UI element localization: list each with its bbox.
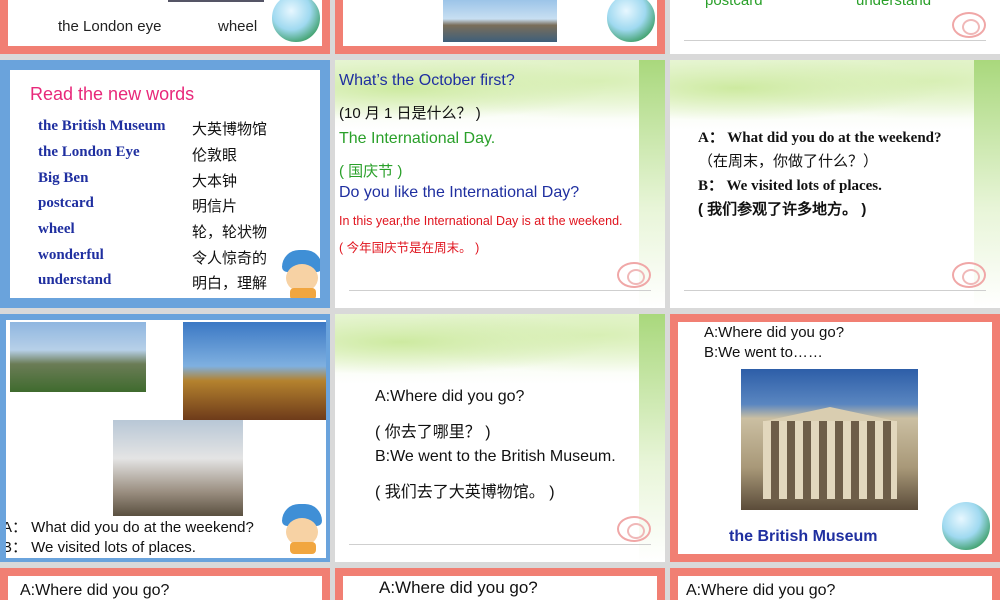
cartoon-boy-icon <box>276 246 320 298</box>
slide-october-first[interactable]: What’s the October first? (10 月 1 日是什么？ … <box>335 60 665 308</box>
slide-thames-photo[interactable] <box>335 0 665 54</box>
where-question: A:Where did you go? <box>375 388 525 405</box>
weekend-b-zh: ( 我们参观了许多地方。 ) <box>698 201 867 218</box>
vocab-zh-1: 大英博物馆 <box>192 121 268 138</box>
logo-icon <box>617 516 651 542</box>
slide-bottom-right[interactable]: A:Where did you go? <box>670 568 1000 600</box>
vocab-en-1: the British Museum <box>38 118 166 134</box>
museum-answer: B:We went to…… <box>704 344 823 361</box>
vocab-en-6: wonderful <box>38 247 104 263</box>
label-london-eye: the London eye <box>58 18 162 35</box>
slide-places-photos[interactable]: A： What did you do at the weekend? B： We… <box>0 314 330 562</box>
divider <box>684 40 986 41</box>
word-postcard: postcard <box>705 0 763 9</box>
october-answer: The International Day. <box>339 130 496 147</box>
divider <box>349 544 651 545</box>
places-b-line: B： We visited lots of places. <box>6 539 196 556</box>
divider <box>684 290 986 291</box>
bottom-right-question: A:Where did you go? <box>686 582 836 599</box>
where-answer: B:We went to the British Museum. <box>375 448 616 465</box>
slide-where-did-you-go[interactable]: A:Where did you go? ( 你去了哪里？ ) B:We went… <box>335 314 665 562</box>
leaf-decoration <box>670 60 1000 130</box>
label-wheel: wheel <box>218 18 258 35</box>
vocab-en-3: Big Ben <box>38 170 89 186</box>
vocab-en-4: postcard <box>38 195 94 211</box>
slide-bottom-middle[interactable]: A:Where did you go? <box>335 568 665 600</box>
vocab-en-2: the London Eye <box>38 144 140 160</box>
cartoon-boy-icon <box>276 500 326 554</box>
where-answer-zh: ( 我们去了大英博物馆。 ) <box>375 484 555 501</box>
slide-vocabulary[interactable]: Read the new words the British Museum 大英… <box>0 60 330 308</box>
logo-icon <box>617 262 651 288</box>
mascot-globe-icon <box>605 0 657 44</box>
vocab-zh-2: 伦敦眼 <box>192 147 238 164</box>
vocab-en-5: wheel <box>38 221 75 237</box>
october-question: What’s the October first? <box>339 72 515 89</box>
london-eye-photo <box>168 0 264 2</box>
slide-weekend[interactable]: A： What did you do at the weekend? （在周末，… <box>670 60 1000 308</box>
british-museum-photo <box>741 369 918 510</box>
park-photo <box>10 322 146 392</box>
divider <box>349 290 651 291</box>
logo-icon <box>952 262 986 288</box>
mascot-globe-icon <box>270 0 322 44</box>
vocab-zh-6: 令人惊奇的 <box>192 250 268 267</box>
pagoda-photo <box>113 420 243 516</box>
vocab-heading: Read the new words <box>30 84 195 104</box>
vocab-en-7: understand <box>38 272 112 288</box>
slide-london-eye[interactable]: the London eye wheel <box>0 0 330 54</box>
october-answer-zh: ( 国庆节 ) <box>339 163 403 180</box>
slide-bottom-left[interactable]: A:Where did you go? <box>0 568 330 600</box>
word-understand: understand <box>856 0 932 9</box>
vocab-zh-7: 明白，理解 <box>192 275 268 292</box>
october-note: In this year,the International Day is at… <box>339 214 623 228</box>
temple-photo <box>183 322 326 420</box>
october-question-2: Do you like the International Day? <box>339 184 580 201</box>
bottom-middle-question: A:Where did you go? <box>379 578 538 597</box>
bottom-left-question: A:Where did you go? <box>20 582 170 599</box>
slide-postcard-words[interactable]: postcard understand <box>670 0 1000 54</box>
october-question-zh: (10 月 1 日是什么？ ) <box>339 105 481 122</box>
weekend-a-zh: （在周末，你做了什么？） <box>698 153 879 170</box>
where-question-zh: ( 你去了哪里？ ) <box>375 424 491 441</box>
places-a-line: A： What did you do at the weekend? <box>6 519 254 536</box>
thames-photo <box>443 0 557 42</box>
vocab-zh-5: 轮，轮状物 <box>192 224 268 241</box>
vocab-zh-3: 大本钟 <box>192 173 238 190</box>
vocab-zh-4: 明信片 <box>192 198 238 215</box>
museum-caption: the British Museum <box>729 528 878 545</box>
weekend-a-line: A： What did you do at the weekend? <box>698 130 942 146</box>
logo-icon <box>952 12 986 38</box>
october-note-zh: ( 今年国庆节是在周末。 ) <box>339 241 480 255</box>
leaf-decoration <box>335 314 665 384</box>
slide-british-museum[interactable]: A:Where did you go? B:We went to…… the B… <box>670 314 1000 562</box>
weekend-b-line: B： We visited lots of places. <box>698 178 882 194</box>
museum-question: A:Where did you go? <box>704 324 845 341</box>
mascot-globe-icon <box>940 500 992 552</box>
